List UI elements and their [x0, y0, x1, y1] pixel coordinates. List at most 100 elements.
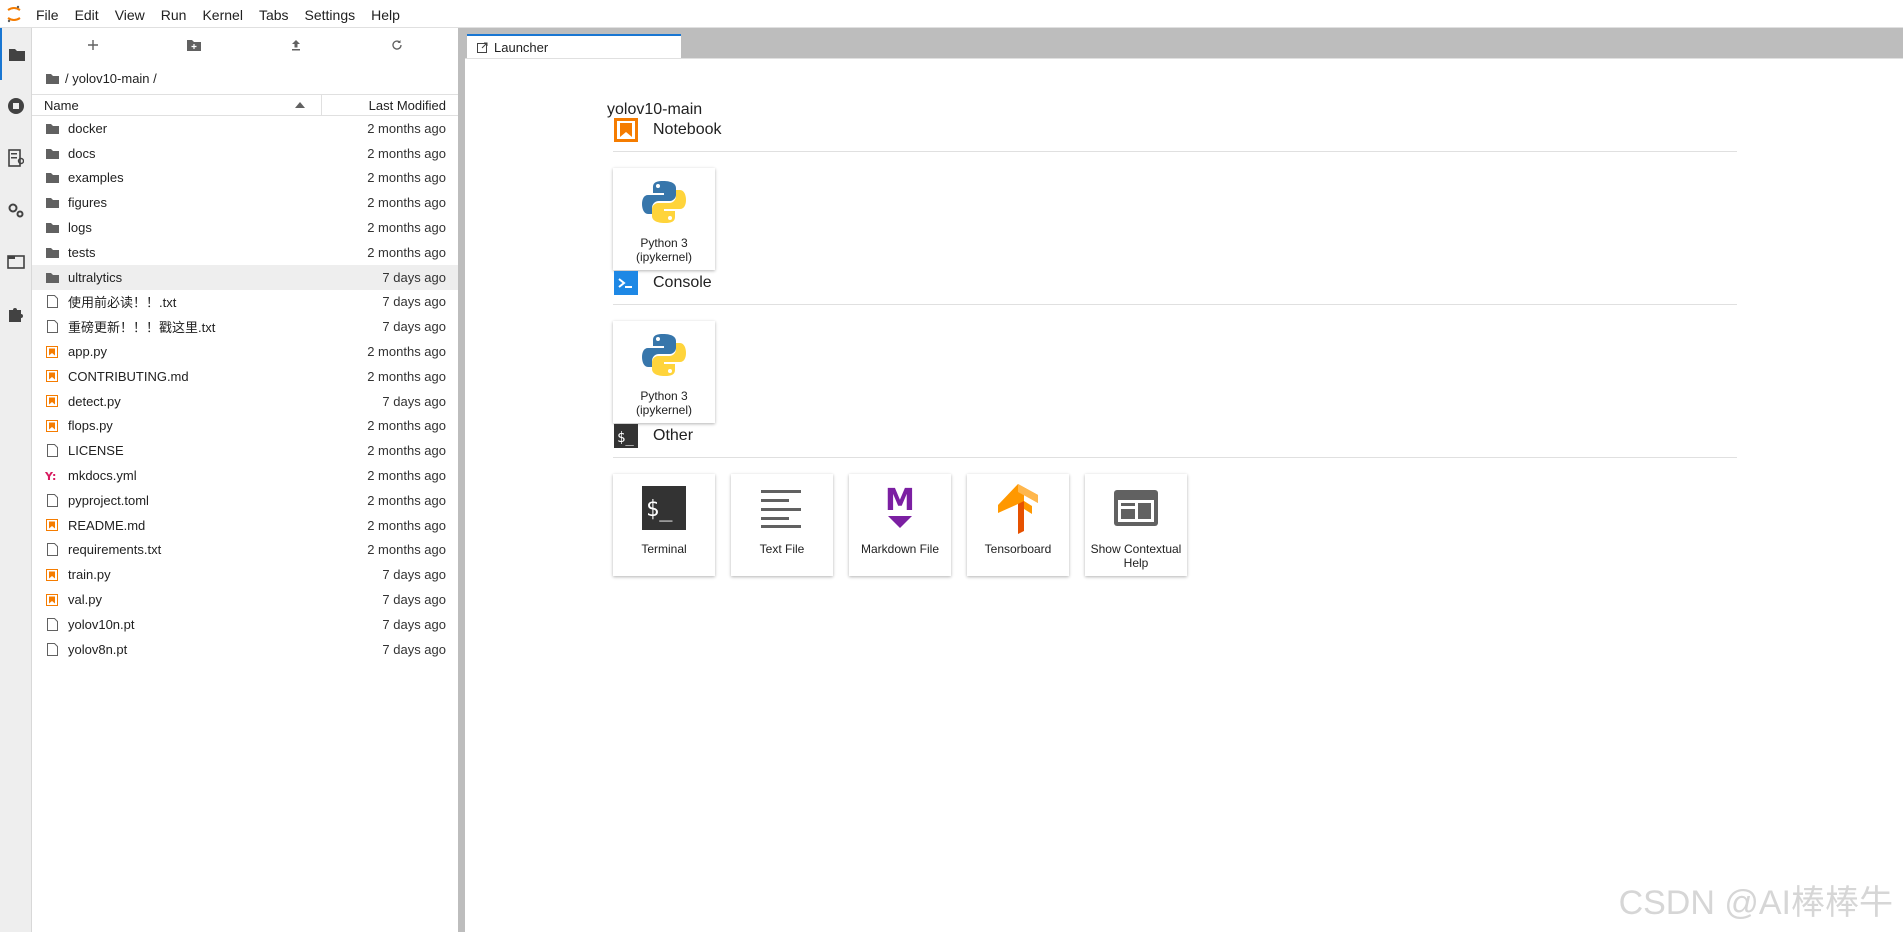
file-name: val.py: [68, 592, 102, 608]
menu-view[interactable]: View: [107, 0, 153, 28]
tab-launcher[interactable]: Launcher: [467, 34, 681, 58]
console-python3-card[interactable]: Python 3 (ipykernel): [613, 321, 715, 423]
upload-button[interactable]: [266, 31, 326, 59]
stop-circle-icon: [8, 98, 24, 114]
console-section-label: Console: [653, 274, 712, 291]
file-modified: 2 months ago: [367, 368, 446, 384]
contextual-help-card[interactable]: Show Contextual Help: [1085, 474, 1187, 576]
open-tabs-tab[interactable]: [0, 236, 32, 288]
file-list-item[interactable]: figures 2 months ago: [32, 190, 458, 215]
file-list-item[interactable]: 使用前必读！！.txt 7 days ago: [32, 290, 458, 315]
file-list-item[interactable]: LICENSE 2 months ago: [32, 438, 458, 463]
menubar: File Edit View Run Kernel Tabs Settings …: [0, 0, 1903, 28]
plus-icon: [87, 40, 98, 50]
file-browser-toolbar: [32, 28, 458, 62]
file-icon: [32, 295, 60, 309]
file-list-item[interactable]: flops.py 2 months ago: [32, 414, 458, 439]
file-list-item[interactable]: yolov10n.pt 7 days ago: [32, 612, 458, 637]
file-list-item[interactable]: detect.py 7 days ago: [32, 389, 458, 414]
other-terminal-icon: $_: [614, 424, 638, 448]
menu-file[interactable]: File: [28, 0, 67, 28]
table-of-contents-tab[interactable]: [0, 132, 32, 184]
column-name-header[interactable]: Name: [32, 95, 322, 115]
file-list-item[interactable]: yolov8n.pt 7 days ago: [32, 637, 458, 662]
file-list-item[interactable]: pyproject.toml 2 months ago: [32, 488, 458, 513]
file-modified: 2 months ago: [367, 244, 446, 260]
folder-icon[interactable]: [46, 73, 59, 84]
file-list-item[interactable]: logs 2 months ago: [32, 215, 458, 240]
card-label: Python 3 (ipykernel): [635, 236, 692, 264]
file-icon: [32, 493, 60, 507]
file-list-item[interactable]: README.md 2 months ago: [32, 513, 458, 538]
console-section: Console Python 3 (ipykernel): [613, 268, 1737, 423]
file-modified: 2 months ago: [367, 468, 446, 484]
menu-help[interactable]: Help: [363, 0, 408, 28]
inspector-icon: [1114, 474, 1158, 542]
file-name: ultralytics: [68, 269, 123, 285]
markdown-file-icon: [32, 519, 60, 532]
file-name: requirements.txt: [68, 542, 162, 558]
file-list-item[interactable]: requirements.txt 2 months ago: [32, 538, 458, 563]
file-list-item[interactable]: docker 2 months ago: [32, 116, 458, 141]
new-folder-button[interactable]: [164, 31, 224, 59]
card-label: Markdown File: [860, 542, 940, 556]
markdown-file-icon: [32, 370, 60, 383]
main-tab-bar: Launcher: [465, 28, 1903, 58]
file-list: docker 2 months ago docs 2 months ago exampl…: [32, 116, 458, 662]
panel-splitter[interactable]: [458, 28, 465, 932]
file-name: CONTRIBUTING.md: [68, 368, 189, 384]
file-list-item[interactable]: val.py 7 days ago: [32, 587, 458, 612]
file-modified: 2 months ago: [367, 120, 446, 136]
new-launcher-button[interactable]: [63, 31, 123, 59]
file-name: logs: [68, 220, 92, 236]
menu-settings[interactable]: Settings: [297, 0, 364, 28]
launcher-icon: [477, 42, 488, 53]
file-list-item[interactable]: docs 2 months ago: [32, 141, 458, 166]
refresh-button[interactable]: [367, 31, 427, 59]
file-modified: 2 months ago: [367, 492, 446, 508]
notebook-icon: [614, 118, 638, 142]
terminal-card[interactable]: $_ Terminal: [613, 474, 715, 576]
file-list-item[interactable]: app.py 2 months ago: [32, 339, 458, 364]
file-list-item[interactable]: tests 2 months ago: [32, 240, 458, 265]
file-browser-tab[interactable]: [0, 28, 32, 80]
menu-edit[interactable]: Edit: [67, 0, 107, 28]
yaml-file-icon: Y:: [32, 470, 60, 482]
markdown-file-card[interactable]: M Markdown File: [849, 474, 951, 576]
file-modified: 7 days ago: [382, 294, 446, 310]
svg-text:$_: $_: [646, 497, 673, 522]
python-logo-icon: [641, 168, 687, 236]
file-list-item[interactable]: CONTRIBUTING.md 2 months ago: [32, 364, 458, 389]
extension-manager-tab[interactable]: [0, 288, 32, 340]
menu-tabs[interactable]: Tabs: [251, 0, 297, 28]
notebook-python3-card[interactable]: Python 3 (ipykernel): [613, 168, 715, 270]
column-modified-label: Last Modified: [368, 98, 446, 113]
python-file-icon: [32, 345, 60, 358]
menu-kernel[interactable]: Kernel: [194, 0, 250, 28]
folder-icon: [32, 148, 60, 159]
terminal-icon: $_: [642, 474, 686, 542]
breadcrumb-path[interactable]: / yolov10-main /: [65, 71, 157, 86]
card-label: Text File: [759, 542, 805, 556]
file-list-item[interactable]: 重磅更新！！！戳这里.txt 7 days ago: [32, 314, 458, 339]
tensorboard-card[interactable]: Tensorboard: [967, 474, 1069, 576]
file-list-item[interactable]: examples 2 months ago: [32, 166, 458, 191]
menu-run[interactable]: Run: [153, 0, 195, 28]
file-modified: 2 months ago: [367, 195, 446, 211]
file-list-item[interactable]: train.py 7 days ago: [32, 562, 458, 587]
folder-icon: [32, 172, 60, 184]
file-icon: [32, 320, 60, 334]
property-inspector-tab[interactable]: [0, 184, 32, 236]
console-icon: [614, 271, 638, 295]
file-list-item[interactable]: Y: mkdocs.yml 2 months ago: [32, 463, 458, 488]
file-list-item[interactable]: ultralytics 7 days ago: [32, 264, 458, 290]
file-name: docker: [68, 120, 108, 136]
text-file-card[interactable]: Text File: [731, 474, 833, 576]
file-name: train.py: [68, 567, 111, 583]
file-name: README.md: [68, 517, 146, 533]
folder-icon: [32, 123, 60, 134]
left-sidebar-tabs: [0, 28, 32, 932]
folder-icon: [9, 49, 25, 61]
running-kernels-tab[interactable]: [0, 80, 32, 132]
column-modified-header[interactable]: Last Modified: [322, 95, 458, 115]
